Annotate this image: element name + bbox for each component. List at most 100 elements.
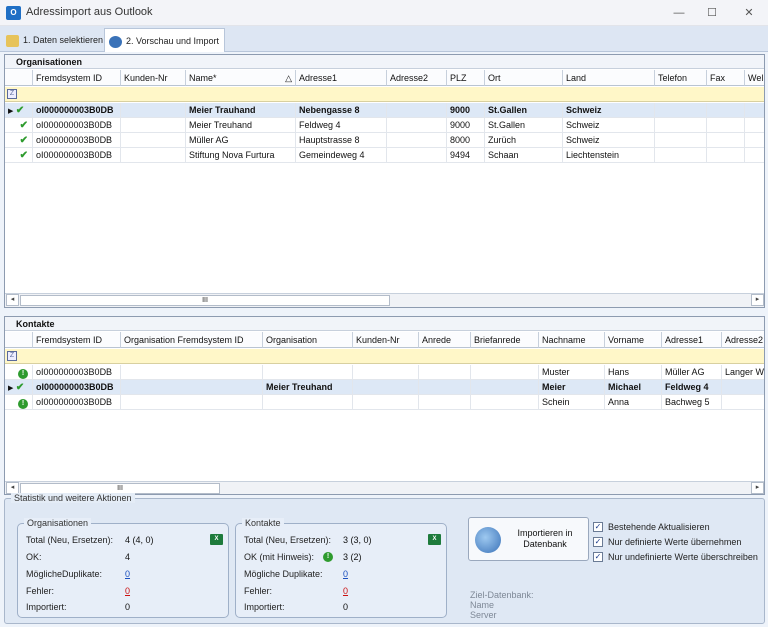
maximize-icon[interactable]: ☐ — [701, 4, 723, 22]
cell-adresse1[interactable]: Nebengasse 8 — [296, 103, 387, 118]
errors-link[interactable]: 0 — [343, 586, 348, 596]
excel-export-icon[interactable]: X — [210, 534, 223, 545]
cell-plz[interactable]: 9000 — [447, 103, 485, 118]
cell-adresse2[interactable] — [387, 103, 447, 118]
table-row[interactable]: ! oI000000003B0DB Schein Anna Bachweg 5 — [5, 395, 764, 410]
table-row[interactable]: ! oI000000003B0DB Muster Hans Müller AG … — [5, 365, 764, 380]
cell-web[interactable] — [745, 148, 764, 163]
cell-adresse2[interactable] — [387, 148, 447, 163]
cell-org-id[interactable] — [121, 365, 263, 380]
cell-ort[interactable]: St.Gallen — [485, 103, 563, 118]
cell-web[interactable] — [745, 103, 764, 118]
cell-vorname[interactable]: Hans — [605, 365, 662, 380]
table-row[interactable]: ▶ ✔ oI000000003B0DB Meier Trauhand Neben… — [5, 103, 764, 118]
cell-id[interactable]: oI000000003B0DB — [33, 133, 121, 148]
cell-adresse2[interactable] — [387, 118, 447, 133]
cell-nachname[interactable]: Schein — [539, 395, 605, 410]
cell-adresse1[interactable]: Gemeindeweg 4 — [296, 148, 387, 163]
cell-id[interactable]: oI000000003B0DB — [33, 380, 121, 395]
filter-row[interactable]: Z — [5, 349, 764, 364]
tab-vorschau-und-import[interactable]: 2. Vorschau und Import — [104, 28, 226, 52]
cell-org[interactable] — [263, 365, 353, 380]
cell-land[interactable]: Schweiz — [563, 103, 655, 118]
col-telefon[interactable]: Telefon — [655, 70, 707, 86]
duplicates-link[interactable]: 0 — [125, 569, 130, 579]
cell-vorname[interactable]: Michael — [605, 380, 662, 395]
cell-anrede[interactable] — [419, 380, 471, 395]
cell-name[interactable]: Meier Treuhand — [186, 118, 296, 133]
col-adresse2[interactable]: Adresse2 — [722, 332, 764, 348]
cell-adresse1[interactable]: Hauptstrasse 8 — [296, 133, 387, 148]
col-plz[interactable]: PLZ — [447, 70, 485, 86]
cell-anrede[interactable] — [419, 365, 471, 380]
cell-web[interactable] — [745, 118, 764, 133]
cell-nachname[interactable]: Muster — [539, 365, 605, 380]
cell-ort[interactable]: Schaan — [485, 148, 563, 163]
cell-kunden[interactable] — [353, 395, 419, 410]
cell-id[interactable]: oI000000003B0DB — [33, 395, 121, 410]
table-row[interactable]: ✔ oI000000003B0DB Meier Treuhand Feldweg… — [5, 118, 764, 133]
col-web[interactable]: Wel — [745, 70, 764, 86]
cell-telefon[interactable] — [655, 133, 707, 148]
cell-kunden[interactable] — [121, 148, 186, 163]
table-row[interactable]: ✔ oI000000003B0DB Müller AG Hauptstrasse… — [5, 133, 764, 148]
cell-plz[interactable]: 9494 — [447, 148, 485, 163]
cell-fax[interactable] — [707, 148, 745, 163]
horizontal-scrollbar[interactable]: ◂ III ▸ — [5, 293, 764, 307]
cell-ort[interactable]: Zurüch — [485, 133, 563, 148]
col-organisation[interactable]: Organisation — [263, 332, 353, 348]
checkbox[interactable]: ✓ — [593, 522, 603, 532]
col-fremdsystem-id[interactable]: Fremdsystem ID — [33, 332, 121, 348]
scroll-right-icon[interactable]: ▸ — [751, 294, 764, 306]
cell-name[interactable]: Stiftung Nova Furtura — [186, 148, 296, 163]
col-briefanrede[interactable]: Briefanrede — [471, 332, 539, 348]
cell-ort[interactable]: St.Gallen — [485, 118, 563, 133]
cell-anrede[interactable] — [419, 395, 471, 410]
option-only-defined[interactable]: ✓ Nur definierte Werte übernehmen — [593, 535, 763, 549]
col-land[interactable]: Land — [563, 70, 655, 86]
cell-land[interactable]: Liechtenstein — [563, 148, 655, 163]
cell-id[interactable]: oI000000003B0DB — [33, 365, 121, 380]
cell-adresse2[interactable] — [387, 133, 447, 148]
minimize-icon[interactable]: — — [668, 4, 690, 22]
col-ort[interactable]: Ort — [485, 70, 563, 86]
scroll-thumb[interactable]: III — [20, 295, 390, 306]
filter-icon[interactable]: Z — [7, 351, 17, 361]
cell-adresse1[interactable]: Bachweg 5 — [662, 395, 722, 410]
cell-kunden[interactable] — [353, 380, 419, 395]
close-icon[interactable]: ✕ — [738, 4, 760, 22]
col-vorname[interactable]: Vorname — [605, 332, 662, 348]
cell-plz[interactable]: 8000 — [447, 133, 485, 148]
cell-kunden[interactable] — [121, 133, 186, 148]
cell-id[interactable]: oI000000003B0DB — [33, 103, 121, 118]
col-kunden-nr[interactable]: Kunden-Nr — [121, 70, 186, 86]
import-to-database-button[interactable]: Importieren in Datenbank — [468, 517, 589, 561]
col-adresse1[interactable]: Adresse1 — [662, 332, 722, 348]
cell-brief[interactable] — [471, 365, 539, 380]
cell-org-id[interactable] — [121, 380, 263, 395]
filter-icon[interactable]: Z — [7, 89, 17, 99]
cell-vorname[interactable]: Anna — [605, 395, 662, 410]
cell-name[interactable]: Müller AG — [186, 133, 296, 148]
errors-link[interactable]: 0 — [125, 586, 130, 596]
col-adresse2[interactable]: Adresse2 — [387, 70, 447, 86]
cell-telefon[interactable] — [655, 103, 707, 118]
cell-fax[interactable] — [707, 133, 745, 148]
cell-fax[interactable] — [707, 118, 745, 133]
col-kunden-nr[interactable]: Kunden-Nr — [353, 332, 419, 348]
scroll-right-icon[interactable]: ▸ — [751, 482, 764, 494]
cell-brief[interactable] — [471, 380, 539, 395]
col-adresse1[interactable]: Adresse1 — [296, 70, 387, 86]
cell-adresse1[interactable]: Feldweg 4 — [662, 380, 722, 395]
col-name[interactable]: Name* △ — [186, 70, 296, 86]
scroll-left-icon[interactable]: ◂ — [6, 294, 19, 306]
cell-land[interactable]: Schweiz — [563, 133, 655, 148]
cell-adresse2[interactable]: Langer W — [722, 365, 764, 380]
cell-brief[interactable] — [471, 395, 539, 410]
table-row[interactable]: ✔ oI000000003B0DB Stiftung Nova Furtura … — [5, 148, 764, 163]
col-fremdsystem-id[interactable]: Fremdsystem ID — [33, 70, 121, 86]
cell-kunden[interactable] — [121, 118, 186, 133]
cell-org[interactable]: Meier Treuhand — [263, 380, 353, 395]
col-organisation-fremdsystem-id[interactable]: Organisation Fremdsystem ID — [121, 332, 263, 348]
cell-telefon[interactable] — [655, 118, 707, 133]
